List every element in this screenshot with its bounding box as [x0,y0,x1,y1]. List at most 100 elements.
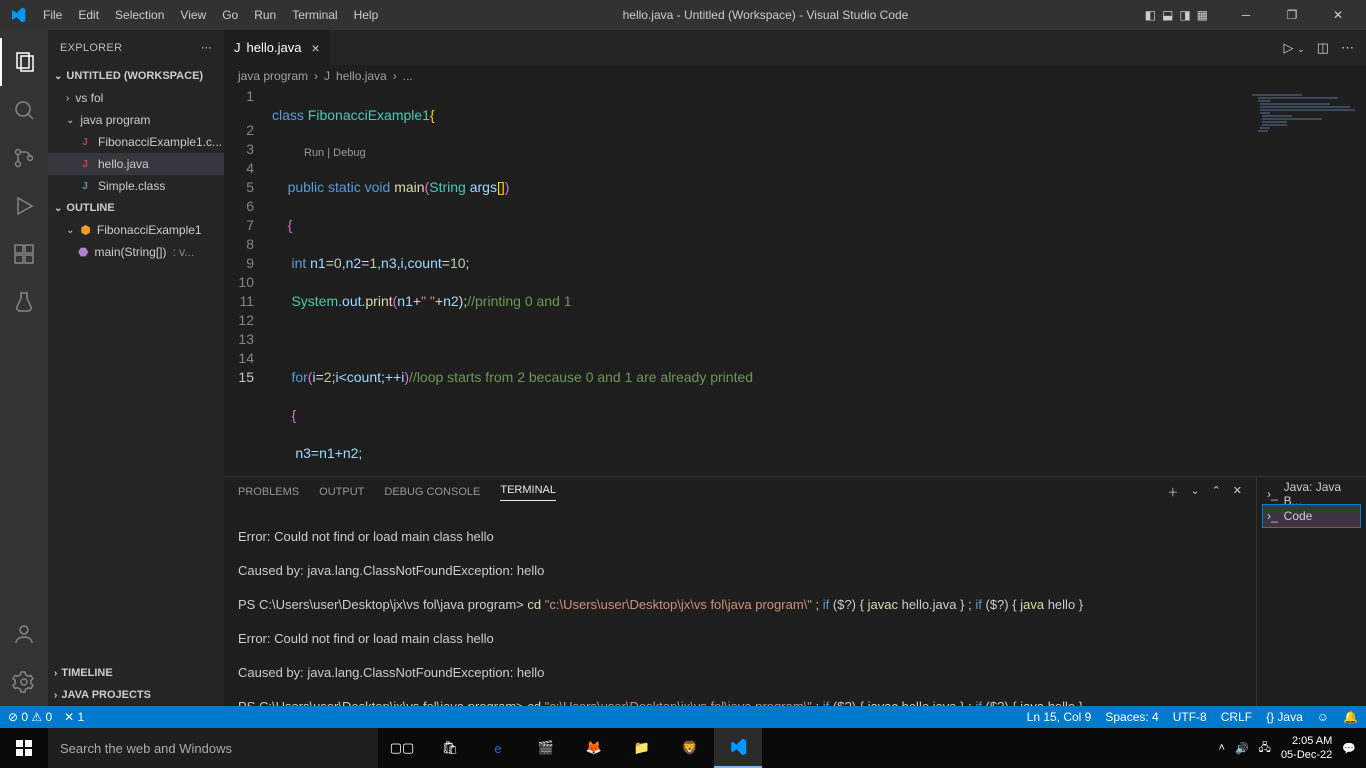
store-icon[interactable]: 🛍 [426,728,474,768]
maximize-panel-icon[interactable]: ⌃ [1212,484,1221,500]
extensions-icon[interactable] [0,230,48,278]
file-label: hello.java [98,157,149,171]
folder-java-program[interactable]: ⌄ java program [48,109,224,131]
brave-icon[interactable]: 🦁 [666,728,714,768]
status-cursor-position[interactable]: Ln 15, Col 9 [1027,710,1092,724]
terminal-content[interactable]: Error: Could not find or load main class… [224,507,1256,706]
terminal-entry-label: Java: Java B... [1284,480,1356,508]
run-debug-codelens[interactable]: Run | Debug [272,144,1366,159]
vscode-taskbar-icon[interactable] [714,728,762,768]
menu-edit[interactable]: Edit [70,8,107,22]
layout-panel-left-icon[interactable]: ◧ [1145,8,1156,22]
close-panel-icon[interactable]: ✕ [1233,484,1242,500]
edge-browser-icon[interactable]: е [474,728,522,768]
accounts-icon[interactable] [0,610,48,658]
menu-run[interactable]: Run [246,8,284,22]
task-view-icon[interactable]: ▢▢ [378,728,426,768]
taskbar-clock[interactable]: 2:05 AM 05-Dec-22 [1281,734,1332,762]
explorer-icon[interactable] [0,38,48,86]
firefox-icon[interactable]: 🦊 [570,728,618,768]
tab-label: hello.java [247,40,302,55]
file-hello-java[interactable]: J hello.java [48,153,224,175]
network-icon[interactable]: 🖧 [1259,739,1271,758]
terminal-entry-java[interactable]: ›_Java: Java B... [1263,483,1360,505]
tab-output[interactable]: OUTPUT [319,486,364,498]
minimap[interactable] [1246,87,1366,476]
status-errors-warnings[interactable]: ⊘ 0 ⚠ 0 [8,710,52,724]
menu-bar: File Edit Selection View Go Run Terminal… [35,8,386,22]
terminal-entry-code[interactable]: ›_Code [1263,505,1360,527]
breadcrumb-symbol[interactable]: ... [403,69,413,83]
activity-bar [0,30,48,706]
menu-terminal[interactable]: Terminal [284,8,345,22]
testing-icon[interactable] [0,278,48,326]
status-encoding[interactable]: UTF-8 [1173,710,1207,724]
window-close-button[interactable]: ✕ [1315,0,1361,30]
workspace-name: UNTITLED (WORKSPACE) [66,70,203,82]
status-feedback-icon[interactable]: ☺ [1317,710,1329,724]
breadcrumb-file[interactable]: hello.java [336,69,387,83]
run-debug-icon[interactable] [0,182,48,230]
outline-section-header[interactable]: ⌄ OUTLINE [48,197,224,219]
status-language-mode[interactable]: {} Java [1266,710,1303,724]
menu-file[interactable]: File [35,8,70,22]
movies-icon[interactable]: 🎬 [522,728,570,768]
vscode-logo-icon [0,7,35,23]
status-ports[interactable]: ✕ 1 [64,710,84,724]
window-restore-button[interactable]: ❐ [1269,0,1315,30]
close-tab-icon[interactable]: × [311,40,319,56]
terminal-line: Error: Could not find or load main class… [238,630,1242,647]
timeline-section-header[interactable]: › TIMELINE [48,662,224,684]
status-eol[interactable]: CRLF [1221,710,1252,724]
code-content[interactable]: class FibonacciExample1{ Run | Debug pub… [272,87,1366,476]
taskbar-search[interactable]: Search the web and Windows [48,728,378,768]
windows-taskbar: Search the web and Windows ▢▢ 🛍 е 🎬 🦊 📁 … [0,728,1366,768]
breadcrumb-folder[interactable]: java program [238,69,308,83]
settings-gear-icon[interactable] [0,658,48,706]
menu-view[interactable]: View [172,8,214,22]
layout-customize-icon[interactable]: ▦ [1197,8,1208,22]
more-actions-icon[interactable]: ⋯ [201,41,212,54]
volume-icon[interactable]: 🔊 [1235,742,1249,755]
status-indentation[interactable]: Spaces: 4 [1105,710,1158,724]
more-editor-actions-icon[interactable]: ⋯ [1341,40,1354,56]
java-projects-section-header[interactable]: › JAVA PROJECTS [48,684,224,706]
workspace-section-header[interactable]: ⌄ UNTITLED (WORKSPACE) [48,65,224,87]
file-simple-class[interactable]: J Simple.class [48,175,224,197]
tab-problems[interactable]: PROBLEMS [238,486,299,498]
clock-date: 05-Dec-22 [1281,748,1332,762]
menu-help[interactable]: Help [346,8,387,22]
split-editor-icon[interactable]: ◫ [1317,40,1329,56]
source-control-icon[interactable] [0,134,48,182]
tab-debug-console[interactable]: DEBUG CONSOLE [384,486,480,498]
timeline-title: TIMELINE [61,667,112,679]
java-file-icon: J [78,181,92,192]
tab-terminal[interactable]: TERMINAL [500,484,556,501]
outline-method-main[interactable]: ⬣ main(String[]) : v... [48,241,224,263]
outline-class[interactable]: ⌄ ⬢ FibonacciExample1 [48,219,224,241]
new-terminal-icon[interactable]: ＋ [1167,484,1178,500]
file-fibonacci[interactable]: J FibonacciExample1.c... [48,131,224,153]
breadcrumb[interactable]: java program › J hello.java › ... [224,65,1366,87]
menu-selection[interactable]: Selection [107,8,172,22]
breadcrumb-separator: › [393,69,397,83]
status-notifications-icon[interactable]: 🔔 [1343,710,1358,724]
tab-hello-java[interactable]: J hello.java × [224,30,331,65]
editor[interactable]: 1 2 3 4 5 6 7 8 9 10 11 12 13 14 15 clas… [224,87,1366,476]
window-minimize-button[interactable]: ─ [1223,0,1269,30]
folder-vs-fol[interactable]: › vs fol [48,87,224,109]
java-file-icon: J [234,40,241,55]
menu-go[interactable]: Go [214,8,246,22]
window-title: hello.java - Untitled (Workspace) - Visu… [386,8,1144,22]
start-button[interactable] [0,740,48,756]
layout-panel-bottom-icon[interactable]: ⬓ [1162,8,1173,22]
system-tray-chevron-icon[interactable]: ˄ [1219,742,1225,754]
terminal-dropdown-icon[interactable]: ⌄ [1190,484,1199,500]
search-icon[interactable] [0,86,48,134]
layout-panel-right-icon[interactable]: ◨ [1179,8,1190,22]
file-explorer-icon[interactable]: 📁 [618,728,666,768]
chevron-down-icon: ⌄ [66,225,74,236]
run-button-icon[interactable]: ▷ ⌄ [1284,40,1305,56]
action-center-icon[interactable]: 💬 [1342,742,1356,755]
terminal-icon: ›_ [1267,509,1278,523]
